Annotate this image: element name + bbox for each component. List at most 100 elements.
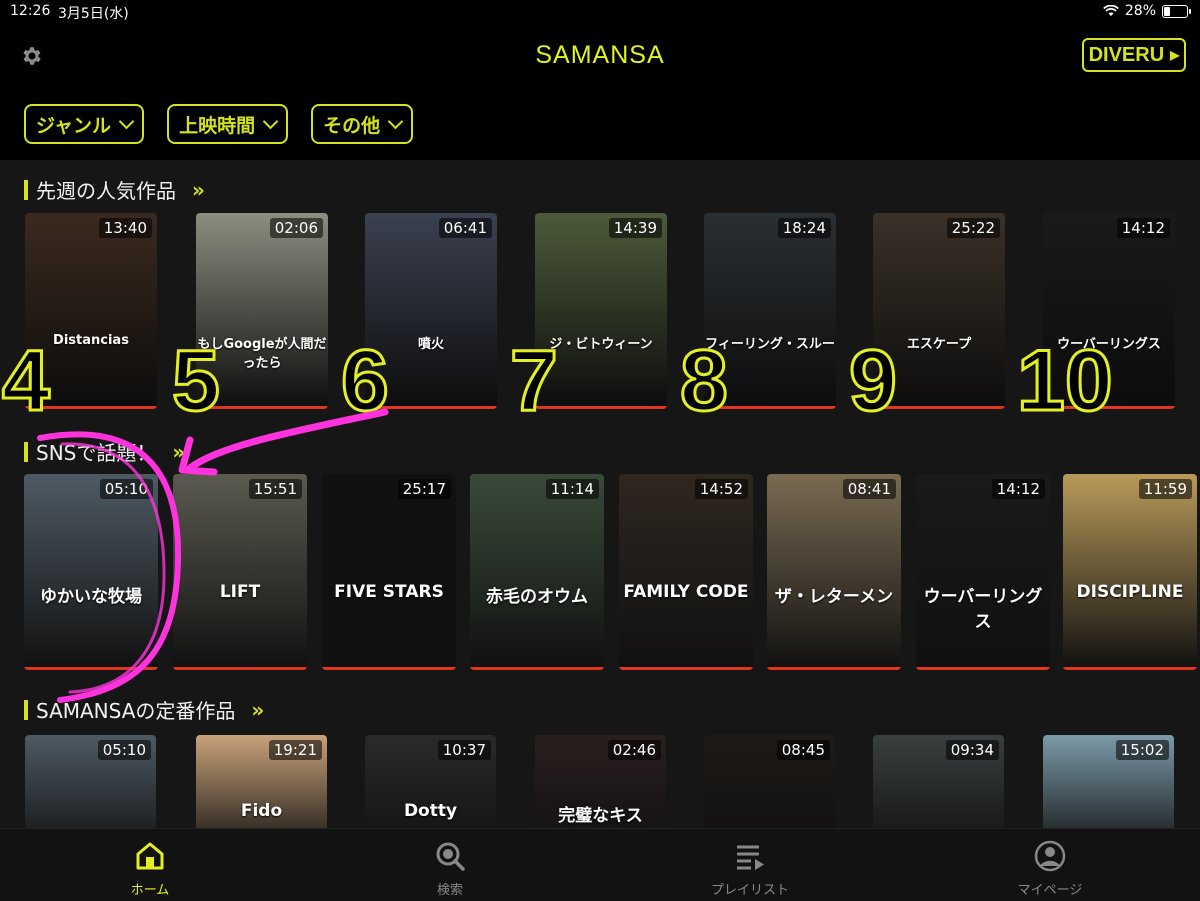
movie-card[interactable]: Dotty 10:37 [365,735,496,828]
poster-row: 05:10 Fido 19:21 Dotty 10:37 完璧なキス 02:46 08:45 0… [0,735,1200,828]
status-date: 3月5日(水) [58,6,129,22]
duration-badge: 02:46 [607,740,661,760]
section-title-bar [24,179,28,200]
watch-progress-bar [619,667,753,670]
home-icon [136,842,164,870]
movie-card[interactable]: 15:02 [1043,735,1174,828]
chevron-down-icon [387,113,404,130]
poster-title: ザ・レターメン [774,587,894,607]
watch-progress-bar [173,667,307,670]
filter-label: その他 [323,114,381,137]
watch-progress-bar [322,667,456,670]
tab-bar: ホーム 検索 プレイリスト マイページ [0,828,1200,901]
poster-title: LIFT [219,582,261,602]
more-chevrons-icon[interactable]: » [251,698,264,722]
section-title[interactable]: SAMANSAの定番作品 » [24,695,264,724]
movie-card[interactable]: 09:34 [873,735,1004,828]
duration-badge: 15:02 [1115,740,1169,760]
movie-card[interactable]: ウーバーリングス 14:12 [916,474,1050,670]
status-bar: 12:26 3月5日(水) 28% [0,0,1200,24]
poster-title: FAMILY CODE [623,582,749,602]
poster-image [470,474,604,670]
filter-other[interactable]: その他 [311,104,414,144]
section-title-text: 先週の人気作品 [36,179,176,203]
rank-number: 9 [848,333,899,429]
status-time: 12:26 [10,3,51,19]
duration-badge: 14:39 [608,218,662,238]
movie-card[interactable]: Fido 19:21 [196,735,327,828]
movie-card[interactable]: ザ・レターメン 08:41 [767,474,901,670]
watch-progress-bar [916,667,1050,670]
poster-title: DISCIPLINE [1076,582,1184,602]
chevron-down-icon [262,113,279,130]
duration-badge: 10:37 [437,740,491,760]
duration-badge: 02:06 [269,218,323,238]
filter-bar: ジャンル 上映時間 その他 [24,104,414,144]
movie-card[interactable]: 05:10 [25,735,156,828]
rank-number: 6 [340,333,391,429]
filter-label: ジャンル [36,114,112,137]
poster-title: Fido [240,801,283,821]
poster-title: FIVE STARS [334,582,444,602]
poster-image [173,474,307,670]
poster-title: 完璧なキス [558,806,643,826]
movie-card[interactable]: FIVE STARS 25:17 [322,474,456,670]
app-title: SAMANSA [535,41,665,69]
section-title-bar [24,699,28,720]
duration-badge: 14:52 [694,479,748,499]
duration-badge: 08:41 [842,479,896,499]
duration-badge: 06:41 [438,218,492,238]
play-arrow-icon: ▶ [1170,48,1180,62]
duration-badge: 14:12 [991,479,1045,499]
movie-card[interactable]: LIFT 15:51 [173,474,307,670]
diveru-button[interactable]: DIVERU ▶ [1082,38,1186,72]
section-title-text: SAMANSAの定番作品 [36,699,236,723]
tab-playlist[interactable]: プレイリスト [690,839,810,898]
rank-number: 4 [1,333,52,429]
tab-mypage[interactable]: マイページ [990,839,1110,898]
movie-card[interactable]: 08:45 [704,735,835,828]
duration-badge: 05:10 [97,740,151,760]
duration-badge: 15:51 [248,479,302,499]
poster-image [1063,474,1197,670]
poster-image [767,474,901,670]
watch-progress-bar [1063,667,1197,670]
section-title[interactable]: 先週の人気作品 » [24,175,205,204]
diveru-label: DIVERU [1088,43,1165,66]
profile-icon [1034,840,1066,872]
movie-card[interactable]: ゆかいな牧場 05:10 [24,474,158,670]
content-area[interactable]: 先週の人気作品 » Distancias 13:40 4 もしGoogleが人間だった… [0,160,1200,828]
more-chevrons-icon[interactable]: » [172,440,185,464]
filter-runtime[interactable]: 上映時間 [167,104,289,144]
poster-title: ウーバーリングス [923,587,1043,632]
section-title[interactable]: SNSで話題！ » [24,437,185,466]
movie-card[interactable]: 完璧なキス 02:46 [535,735,666,828]
movie-card[interactable]: DISCIPLINE 11:59 [1063,474,1197,670]
tab-home[interactable]: ホーム [90,839,210,898]
tab-search[interactable]: 検索 [390,839,510,898]
filter-genre[interactable]: ジャンル [24,104,145,144]
rank-number: 7 [509,333,560,429]
more-chevrons-icon[interactable]: » [192,178,205,202]
rank-number: 8 [679,333,730,429]
wifi-icon [1103,5,1119,16]
watch-progress-bar [767,667,901,670]
poster-row: ゆかいな牧場 05:10 LIFT 15:51 FIVE STARS 25:17 赤毛のオウ… [0,474,1200,674]
chevron-down-icon [118,113,135,130]
filter-label: 上映時間 [179,114,256,137]
tab-label: ホーム [130,883,170,898]
section-title-bar [24,441,28,462]
poster-title: Dotty [403,801,458,821]
battery-percent: 28% [1124,3,1156,19]
movie-card[interactable]: FAMILY CODE 14:52 [619,474,753,670]
ranked-row: Distancias 13:40 4 もしGoogleが人間だったら 02:06 5 噴火 0… [0,213,1200,426]
poster-image [24,474,158,670]
duration-badge: 13:40 [98,218,152,238]
duration-badge: 18:24 [777,218,831,238]
poster-title: 赤毛のオウム [486,587,588,607]
poster-image [322,474,456,670]
movie-card[interactable]: 赤毛のオウム 11:14 [470,474,604,670]
tab-label: 検索 [436,883,463,898]
duration-badge: 08:45 [776,740,830,760]
duration-badge: 09:34 [945,740,999,760]
